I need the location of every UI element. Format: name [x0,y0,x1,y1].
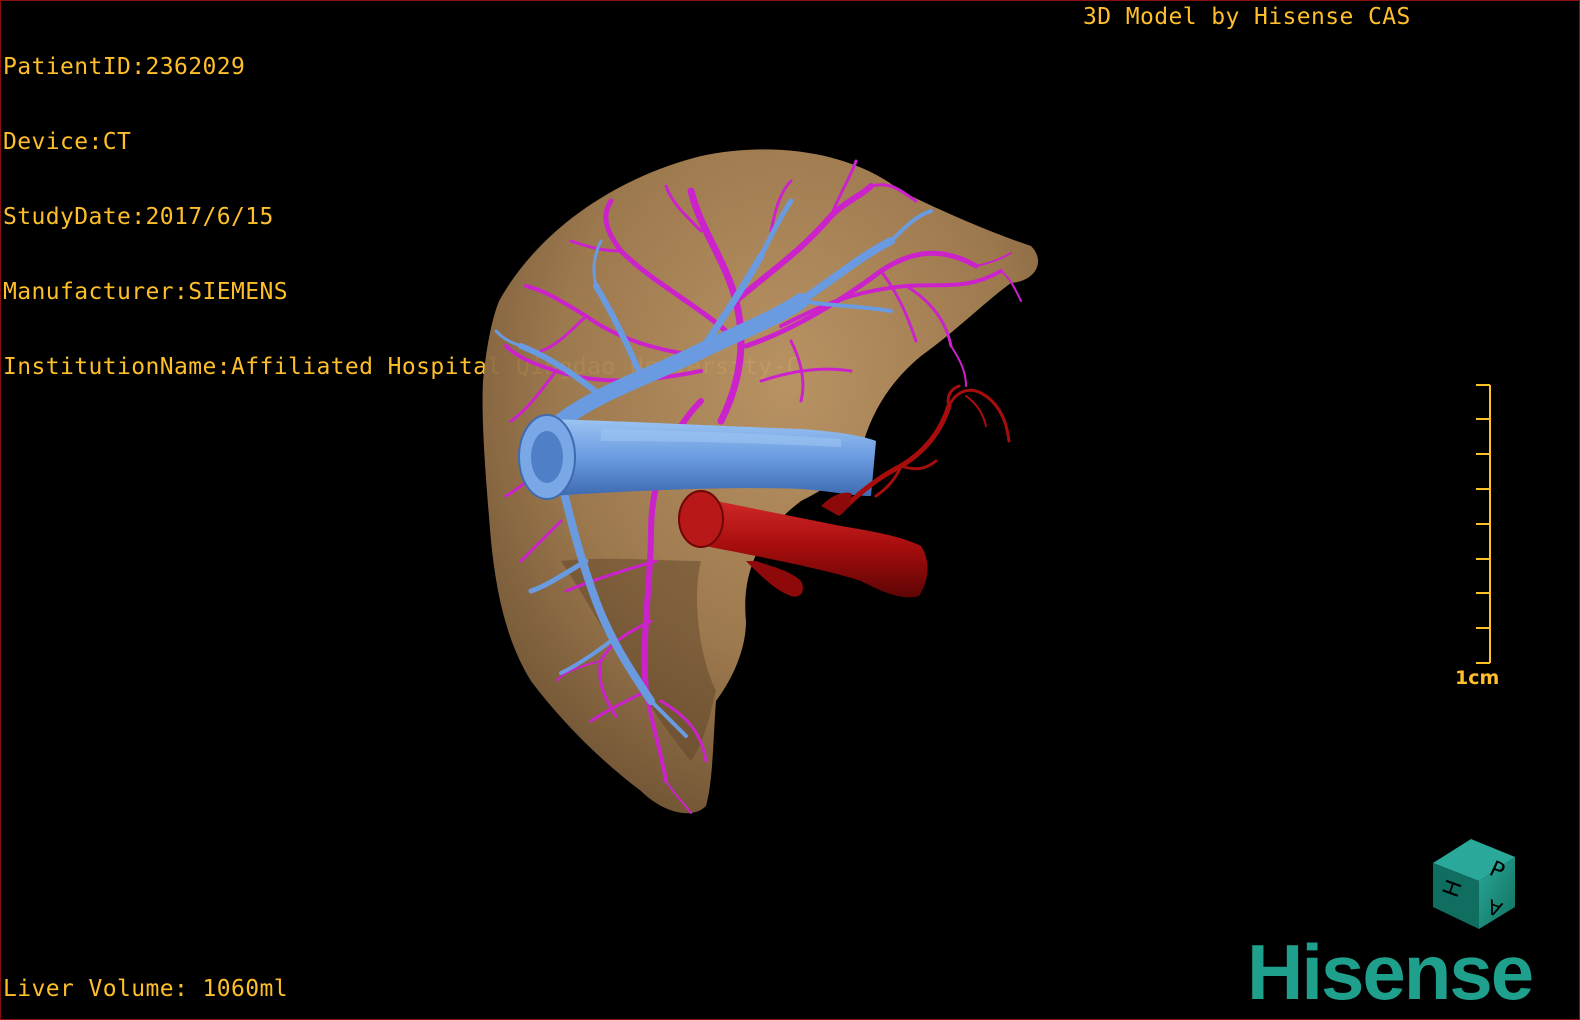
hisense-logo: Hisense [1247,928,1534,1016]
liver-3d-render[interactable]: P H A [1,1,1580,1020]
scale-bar [1476,384,1491,664]
render-viewport[interactable]: PatientID:2362029 Device:CT StudyDate:20… [0,0,1580,1020]
liver-volume-text: Liver Volume: 1060ml [3,976,288,1002]
orientation-cube[interactable]: P H A [1433,839,1515,929]
scale-bar-label: 1cm [1455,667,1500,689]
